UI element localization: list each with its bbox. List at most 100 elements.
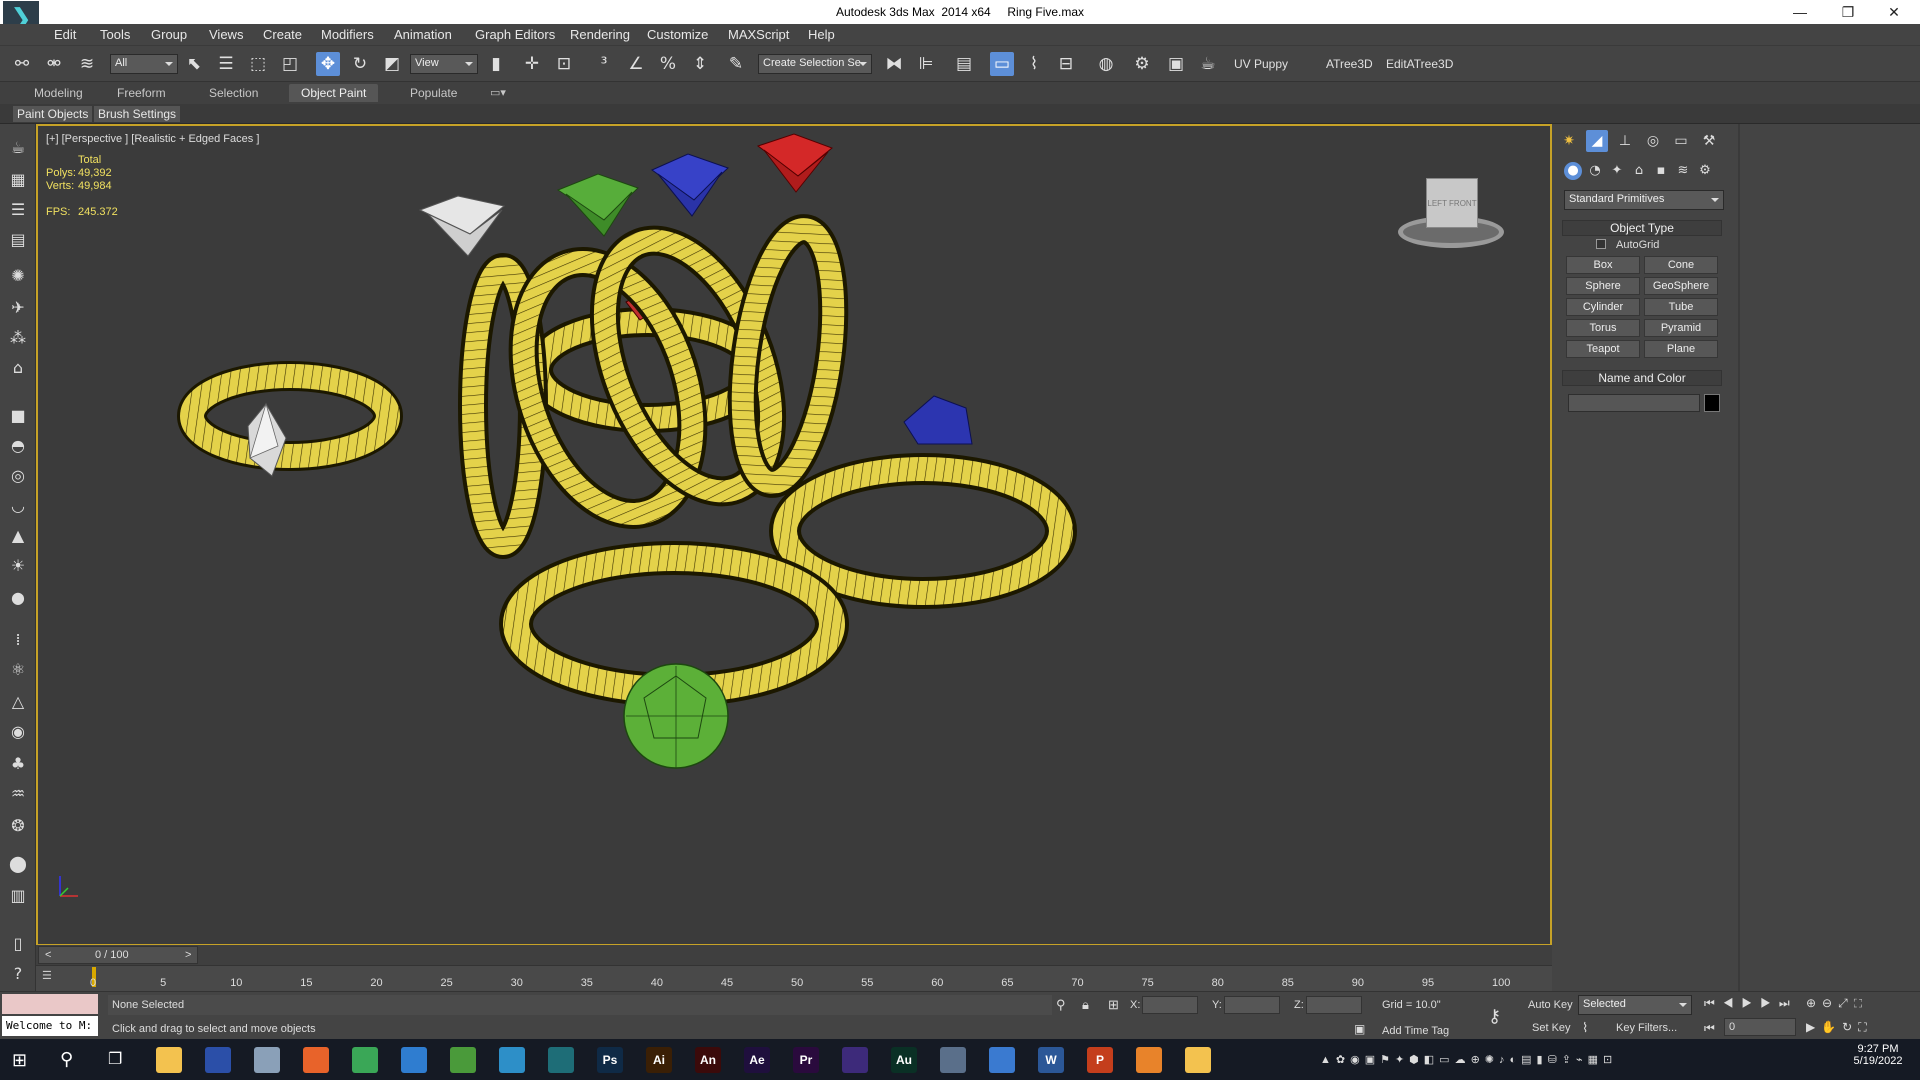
select-object-icon[interactable]: ⬉ [182,52,206,76]
atree3d-button[interactable]: ATree3D [1326,57,1373,71]
camera-icon[interactable]: ⌂ [6,356,30,380]
powerpoint-icon[interactable]: P [1087,1047,1113,1073]
folder-icon[interactable] [1185,1047,1211,1073]
object-color-swatch[interactable] [1704,394,1720,412]
utilities-tab-icon[interactable]: ⚒ [1698,130,1720,152]
audition-icon[interactable]: Au [891,1047,917,1073]
search-icon[interactable]: ⚲ [60,1049,73,1070]
geosphere-button[interactable]: GeoSphere [1644,277,1718,295]
dots-icon[interactable]: ⁞ [6,628,30,652]
menu-tools[interactable]: Tools [100,27,130,42]
3dsmax-blue-icon[interactable] [205,1047,231,1073]
absolute-mode-icon[interactable]: ⊞ [1108,997,1119,1013]
menu-rendering[interactable]: Rendering [570,27,630,42]
task-view-icon[interactable]: ❐ [108,1049,122,1069]
plane-icon[interactable]: ✈ [6,296,30,320]
menu-animation[interactable]: Animation [394,27,452,42]
helpers-icon[interactable]: ▪ [1652,162,1670,180]
systems-icon[interactable]: ⚙ [1696,162,1714,180]
tube-button[interactable]: Tube [1644,298,1718,316]
pivot-center-icon[interactable]: ▮ [484,52,508,76]
display-tab-icon[interactable]: ▭ [1670,130,1692,152]
material-ball-icon[interactable]: ⬤ [6,852,30,876]
name-color-rollout[interactable]: Name and Color [1562,370,1722,386]
curve-editor-icon[interactable]: ⌇ [1022,52,1046,76]
spinner-snap-icon[interactable]: ⇕ [688,52,712,76]
menu-customize[interactable]: Customize [647,27,708,42]
illustrator-icon[interactable]: Ai [646,1047,672,1073]
geometry-icon[interactable]: ● [1564,162,1582,180]
globe-icon[interactable] [450,1047,476,1073]
help-icon[interactable]: ? [6,962,30,986]
cone-icon[interactable]: ▲ [6,524,30,548]
maxscript-listener[interactable]: Welcome to M: [2,1016,98,1036]
search-app-icon[interactable] [401,1047,427,1073]
animate-icon[interactable]: An [695,1047,721,1073]
stack-icon[interactable]: ▯ [6,932,30,956]
menu-edit[interactable]: Edit [54,27,76,42]
angle-snap-icon[interactable]: ∠ [624,52,648,76]
viewcube-left-face[interactable]: LEFT [1427,199,1446,208]
prev-frame-icon[interactable]: < [45,949,51,961]
isolate-icon[interactable]: ⚲ [1056,997,1066,1013]
uv-puppy-button[interactable]: UV Puppy [1234,57,1288,71]
viewcube-front-face[interactable]: FRONT [1449,199,1477,208]
key-filters-button[interactable]: Key Filters... [1616,1022,1677,1034]
molecule-icon[interactable]: ⚛ [6,658,30,682]
category-dropdown[interactable]: Standard Primitives [1564,190,1724,210]
ribbon-options-icon[interactable]: ▭▾ [490,86,506,104]
cone-button[interactable]: Cone [1644,256,1718,274]
scale-icon[interactable]: ◩ [380,52,404,76]
next-frame-icon[interactable]: > [185,949,191,961]
menu-help[interactable]: Help [808,27,835,42]
globe-tool-icon[interactable]: ◉ [6,720,30,744]
named-selection-dropdown[interactable]: Create Selection Se [758,54,872,74]
motion-tab-icon[interactable]: ◎ [1642,130,1664,152]
autogrid-checkbox[interactable] [1596,239,1606,249]
sun-icon[interactable]: ☀ [6,554,30,578]
go-to-start-icon[interactable]: ⏮ [1704,1021,1715,1036]
schematic-view-icon[interactable]: ⊟ [1054,52,1078,76]
brush-settings-button[interactable]: Brush Settings [94,106,181,122]
windows-start-icon[interactable]: ⊞ [12,1050,32,1070]
restore-button[interactable]: ❐ [1828,2,1868,22]
bowl-icon[interactable]: ◡ [6,494,30,518]
tab-modeling[interactable]: Modeling [34,86,83,104]
particles-icon[interactable]: ⁂ [6,326,30,350]
menu-maxscript[interactable]: MAXScript [728,27,789,42]
rendered-frame-icon[interactable]: ▣ [1164,52,1188,76]
cameras-icon[interactable]: ⌂ [1630,162,1648,180]
paint-objects-button[interactable]: Paint Objects [13,106,93,122]
auto-key-button[interactable]: Auto Key [1528,999,1573,1011]
track-menu-icon[interactable]: ☰ [42,969,58,983]
shapes-icon[interactable]: ◔ [1586,162,1604,180]
object-name-input[interactable] [1568,394,1700,412]
selection-filter-dropdown[interactable]: All [110,54,178,74]
ribbon-toggle-icon[interactable]: ▭ [990,52,1014,76]
keyboard-shortcut-icon[interactable]: ⊡ [552,52,576,76]
spacewarps-icon[interactable]: ≋ [1674,162,1692,180]
lock-selection-icon[interactable]: 🔒︎ [1082,997,1089,1013]
key-mode-dropdown[interactable]: Selected [1578,995,1692,1015]
rotate-icon[interactable]: ↻ [348,52,372,76]
viewport-label[interactable]: [+] [Perspective ] [Realistic + Edged Fa… [46,133,259,145]
cylinder-button[interactable]: Cylinder [1566,298,1640,316]
lightbulb-icon[interactable]: ✺ [6,264,30,288]
tab-selection[interactable]: Selection [209,86,258,104]
file-explorer-icon[interactable] [156,1047,182,1073]
manipulate-icon[interactable]: ✛ [520,52,544,76]
firefox-icon[interactable] [303,1047,329,1073]
premiere-icon[interactable]: Pr [793,1047,819,1073]
x-coordinate-input[interactable] [1142,996,1198,1014]
snap-3-icon[interactable]: ³ [592,52,616,76]
menu-views[interactable]: Views [209,27,243,42]
teapot-icon[interactable]: ☕ [6,136,30,160]
sublime-icon[interactable] [1136,1047,1162,1073]
menu-graph-editors[interactable]: Graph Editors [475,27,555,42]
word-icon[interactable]: W [1038,1047,1064,1073]
render-setup-icon[interactable]: ⚙ [1130,52,1154,76]
mudbox-icon[interactable] [842,1047,868,1073]
viewport-nav-top[interactable]: ⊕⊖⤢⛶ [1806,996,1868,1011]
link-icon[interactable]: ⚯ [10,52,34,76]
key-icon[interactable]: ⚷ [1488,1006,1501,1027]
